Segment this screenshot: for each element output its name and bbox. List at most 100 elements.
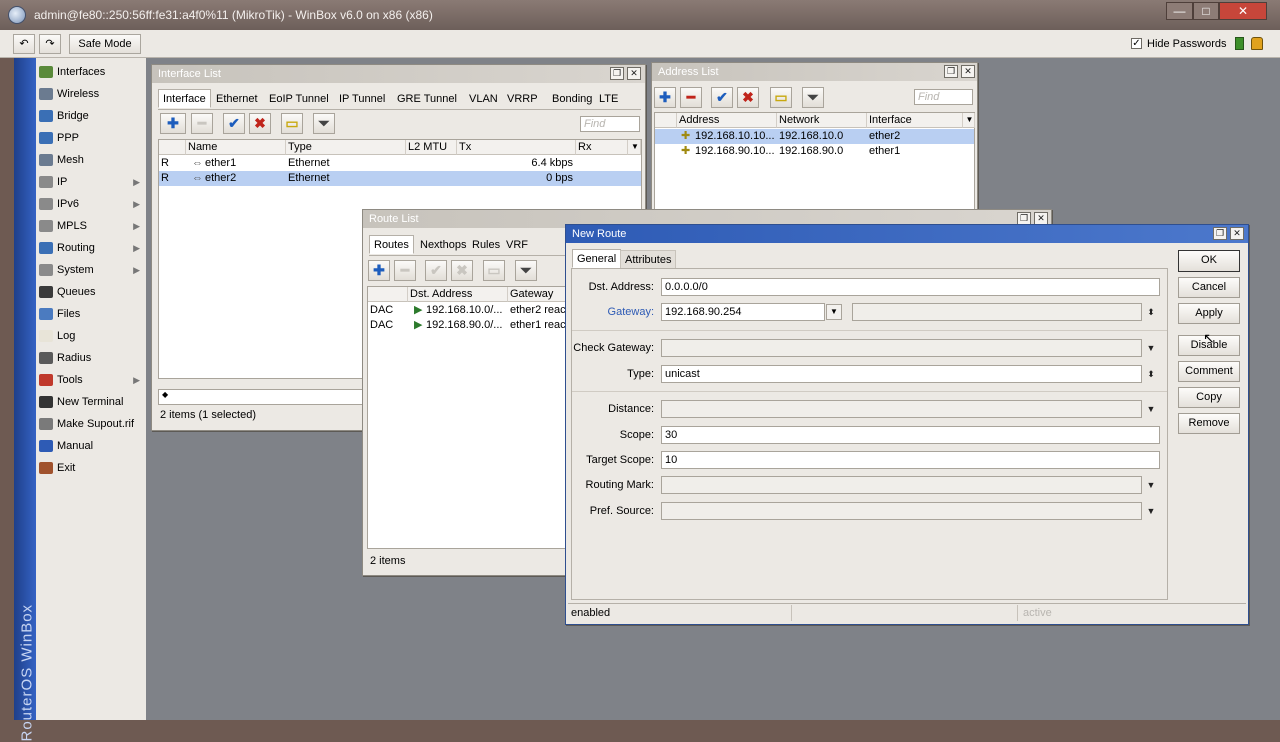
sidebar-item-system[interactable]: System ▶ [36, 259, 146, 281]
columns-dropdown-icon[interactable]: ▼ [963, 113, 975, 128]
tab-lte[interactable]: LTE [594, 89, 623, 108]
add-row-icon[interactable]: ◆ [162, 390, 168, 399]
sidebar-item-bridge[interactable]: Bridge [36, 105, 146, 127]
col-blank[interactable] [655, 113, 677, 128]
gateway-input[interactable]: 192.168.90.254 [661, 303, 825, 321]
pref-source-dropdown-icon[interactable]: ▼ [1144, 502, 1158, 520]
target-scope-input[interactable]: 10 [661, 451, 1160, 469]
maximize-button[interactable]: □ [1193, 2, 1219, 20]
pref-source-select[interactable] [661, 502, 1142, 520]
sidebar-item-exit[interactable]: Exit [36, 457, 146, 479]
sidebar-item-manual[interactable]: Manual [36, 435, 146, 457]
tab-general[interactable]: General [572, 249, 622, 268]
sidebar-item-interfaces[interactable]: Interfaces [36, 61, 146, 83]
sidebar-item-make-supout-rif[interactable]: Make Supout.rif [36, 413, 146, 435]
enable-button[interactable]: ✔ [711, 87, 733, 108]
remove-button[interactable]: ━ [191, 113, 213, 134]
address-list-titlebar[interactable]: Address List [652, 63, 977, 81]
gateway-dropdown-icon[interactable]: ▼ [826, 304, 842, 320]
col-dst-address[interactable]: Dst. Address [408, 287, 508, 302]
tab-routes[interactable]: Routes [369, 235, 414, 254]
sidebar-item-ip[interactable]: IP ▶ [36, 171, 146, 193]
comment-button[interactable]: ▭ [483, 260, 505, 281]
distance-dropdown-icon[interactable]: ▼ [1144, 400, 1158, 418]
ok-button[interactable]: OK [1178, 250, 1240, 272]
window-close-icon[interactable]: ✕ [961, 65, 975, 78]
sidebar-item-mesh[interactable]: Mesh [36, 149, 146, 171]
find-input[interactable]: Find [914, 89, 973, 105]
table-row[interactable]: ✚ 192.168.90.10... 192.168.90.0 ether1 [655, 144, 974, 159]
tab-attributes[interactable]: Attributes [620, 250, 677, 269]
window-close-icon[interactable]: ✕ [627, 67, 641, 80]
sidebar-item-radius[interactable]: Radius [36, 347, 146, 369]
tab-gre-tunnel[interactable]: GRE Tunnel [392, 89, 462, 108]
close-button[interactable]: ✕ [1219, 2, 1267, 20]
remove-button[interactable]: Remove [1178, 413, 1240, 434]
sidebar-item-files[interactable]: Files [36, 303, 146, 325]
disable-button[interactable]: ✖ [451, 260, 473, 281]
col-l2mtu[interactable]: L2 MTU [406, 140, 457, 155]
tab-ip-tunnel[interactable]: IP Tunnel [334, 89, 390, 108]
comment-button[interactable]: ▭ [770, 87, 792, 108]
check-gateway-select[interactable] [661, 339, 1142, 357]
sidebar-item-ipv6[interactable]: IPv6 ▶ [36, 193, 146, 215]
col-interface[interactable]: Interface [867, 113, 963, 128]
disable-button[interactable]: ✖ [737, 87, 759, 108]
col-flag[interactable] [368, 287, 408, 302]
table-row-selected[interactable]: R ⇔ ether2 Ethernet 0 bps [159, 171, 641, 186]
col-tx[interactable]: Tx [457, 140, 576, 155]
undo-button[interactable]: ↶ [13, 34, 35, 54]
dst-address-input[interactable]: 0.0.0.0/0 [661, 278, 1160, 296]
routing-mark-select[interactable] [661, 476, 1142, 494]
remove-button[interactable]: ━ [394, 260, 416, 281]
tab-bonding[interactable]: Bonding [547, 89, 597, 108]
filter-button[interactable]: ⏷ [802, 87, 824, 108]
interface-list-titlebar[interactable]: Interface List [152, 65, 645, 83]
copy-button[interactable]: Copy [1178, 387, 1240, 408]
col-address[interactable]: Address [677, 113, 777, 128]
sidebar-item-tools[interactable]: Tools ▶ [36, 369, 146, 391]
tab-ethernet[interactable]: Ethernet [211, 89, 263, 108]
cancel-button[interactable]: Cancel [1178, 277, 1240, 298]
col-type[interactable]: Type [286, 140, 406, 155]
type-updown-icon[interactable]: ⬍ [1144, 365, 1158, 383]
check-gateway-dropdown-icon[interactable]: ▼ [1144, 339, 1158, 357]
sidebar-item-routing[interactable]: Routing ▶ [36, 237, 146, 259]
table-row[interactable]: R ⇔ ether1 Ethernet 6.4 kbps [159, 156, 641, 171]
new-route-titlebar[interactable]: New Route [566, 225, 1248, 243]
sidebar-item-wireless[interactable]: Wireless [36, 83, 146, 105]
tab-nexthops[interactable]: Nexthops [415, 235, 471, 254]
table-row-selected[interactable]: ✚ 192.168.10.10... 192.168.10.0 ether2 [655, 129, 974, 144]
sidebar-item-queues[interactable]: Queues [36, 281, 146, 303]
window-restore-icon[interactable]: ❐ [944, 65, 958, 78]
comment-button[interactable]: Comment [1178, 361, 1240, 382]
hide-passwords-checkbox[interactable]: ✓ [1131, 38, 1142, 49]
tab-vrf[interactable]: VRF [501, 235, 533, 254]
gateway-updown-icon[interactable]: ⬍ [1144, 303, 1158, 321]
filter-button[interactable]: ⏷ [313, 113, 335, 134]
add-button[interactable]: ✚ [160, 113, 186, 134]
redo-button[interactable]: ↷ [39, 34, 61, 54]
sidebar-item-ppp[interactable]: PPP [36, 127, 146, 149]
tab-vlan[interactable]: VLAN [464, 89, 503, 108]
gateway-extra-input[interactable] [852, 303, 1142, 321]
col-gateway[interactable]: Gateway [508, 287, 568, 302]
col-flag[interactable] [159, 140, 186, 155]
col-name[interactable]: Name [186, 140, 286, 155]
add-button[interactable]: ✚ [368, 260, 390, 281]
filter-button[interactable]: ⏷ [515, 260, 537, 281]
window-restore-icon[interactable]: ❐ [1213, 227, 1227, 240]
tab-eoip-tunnel[interactable]: EoIP Tunnel [264, 89, 334, 108]
find-input[interactable]: Find [580, 116, 640, 132]
type-select[interactable]: unicast [661, 365, 1142, 383]
routing-mark-dropdown-icon[interactable]: ▼ [1144, 476, 1158, 494]
apply-button[interactable]: Apply [1178, 303, 1240, 324]
col-network[interactable]: Network [777, 113, 867, 128]
safe-mode-button[interactable]: Safe Mode [69, 34, 141, 54]
col-rx[interactable]: Rx [576, 140, 628, 155]
window-restore-icon[interactable]: ❐ [610, 67, 624, 80]
remove-button[interactable]: ━ [680, 87, 702, 108]
scope-input[interactable]: 30 [661, 426, 1160, 444]
window-close-icon[interactable]: ✕ [1230, 227, 1244, 240]
sidebar-item-log[interactable]: Log [36, 325, 146, 347]
